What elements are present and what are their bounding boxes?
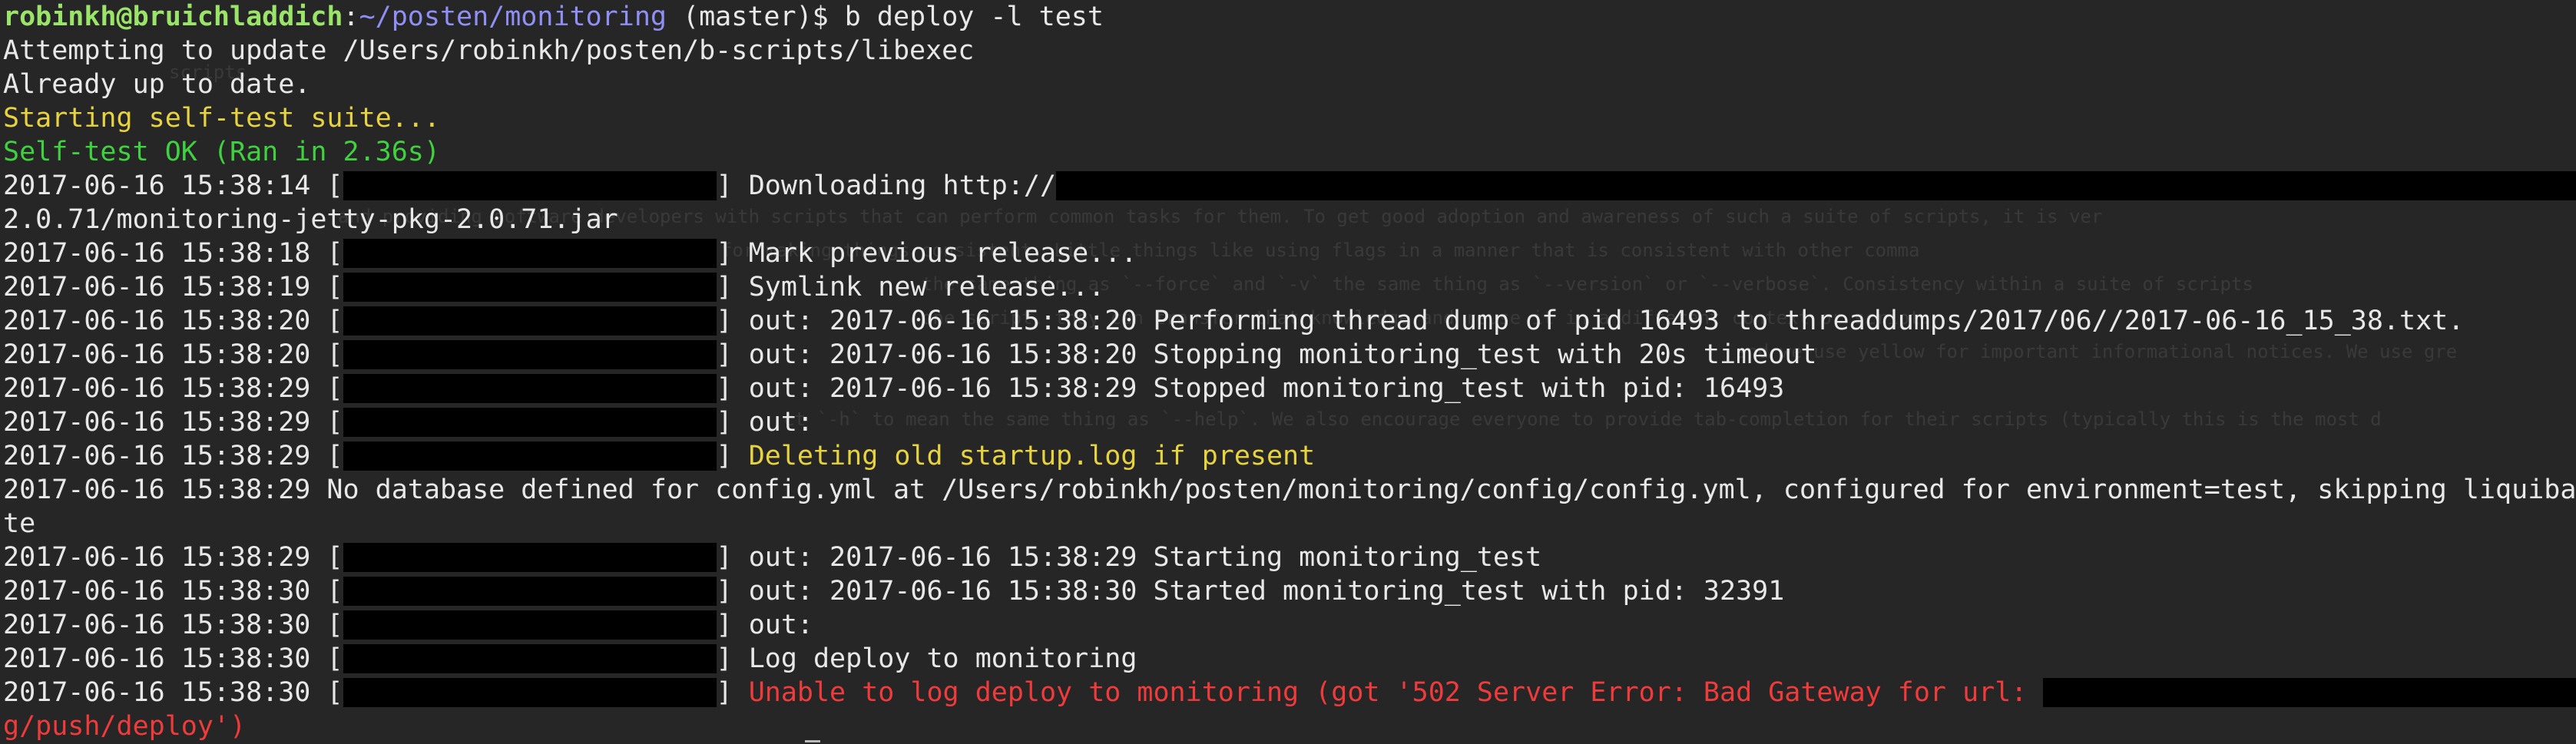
redacted-block xyxy=(343,441,717,471)
redacted-block xyxy=(343,408,717,437)
log-line: 2017-06-16 15:38:30 [] Unable to log dep… xyxy=(3,676,2576,709)
log-timestamp: 2017-06-16 15:38:29 xyxy=(3,441,311,471)
redacted-block xyxy=(343,171,717,200)
output-line-selftest-ok: Self-test OK (Ran in 2.36s) xyxy=(3,137,440,167)
log-message: Symlink new release... xyxy=(748,272,1105,303)
log-continuation: 2.0.71/monitoring-jetty-pkg-2.0.71.jar xyxy=(3,204,618,235)
redacted-block xyxy=(343,239,717,268)
redacted-block xyxy=(343,577,717,606)
log-continuation: g/push/deploy') xyxy=(3,711,247,742)
log-message: out: 2017-06-16 15:38:20 Performing thre… xyxy=(748,306,2465,336)
output-line-attempt: Attempting to update /Users/robinkh/post… xyxy=(3,35,975,66)
redacted-block xyxy=(343,306,717,336)
log-message: out: xyxy=(748,610,813,640)
log-line: 2017-06-16 15:38:30 [] out: xyxy=(3,610,813,640)
redacted-block xyxy=(1056,171,2576,200)
log-line: 2017-06-16 15:38:30 [] Log deploy to mon… xyxy=(3,643,1137,674)
log-line: 2017-06-16 15:38:20 [] out: 2017-06-16 1… xyxy=(3,339,1817,370)
log-timestamp: 2017-06-16 15:38:29 xyxy=(3,407,311,438)
log-timestamp: 2017-06-16 15:38:18 xyxy=(3,238,311,269)
prompt-user-host: robinkh@bruichladdich xyxy=(3,2,343,32)
log-timestamp: 2017-06-16 15:38:20 xyxy=(3,339,311,370)
log-line: 2017-06-16 15:38:29 [] Deleting old star… xyxy=(3,441,1316,471)
terminal-window[interactable]: scripts and providing software developer… xyxy=(0,0,2576,744)
redacted-block xyxy=(343,543,717,572)
redacted-block xyxy=(343,273,717,302)
log-line: 2017-06-16 15:38:14 [] Downloading http:… xyxy=(3,169,2576,203)
log-message: Mark previous release... xyxy=(748,238,1137,269)
log-line: 2017-06-16 15:38:18 [] Mark previous rel… xyxy=(3,238,1137,269)
log-line: 2017-06-16 15:38:29 [] out: 2017-06-16 1… xyxy=(3,542,1542,573)
output-line-selftest-start: Starting self-test suite... xyxy=(3,103,440,134)
prompt-path: ~/posten/monitoring xyxy=(359,2,667,32)
prompt-line: robinkh@bruichladdich:~/posten/monitorin… xyxy=(3,0,2576,34)
prompt-colon: : xyxy=(343,2,359,32)
log-timestamp: 2017-06-16 15:38:30 xyxy=(3,677,311,708)
log-message: Unable to log deploy to monitoring (got … xyxy=(748,677,2044,708)
output-line-uptodate: Already up to date. xyxy=(3,69,311,100)
terminal-output: robinkh@bruichladdich:~/posten/monitorin… xyxy=(3,0,2576,743)
log-timestamp: 2017-06-16 15:38:20 xyxy=(3,306,311,336)
log-line: 2017-06-16 15:38:20 [] out: 2017-06-16 1… xyxy=(3,306,2465,336)
log-line: 2017-06-16 15:38:19 [] Symlink new relea… xyxy=(3,272,1105,303)
log-message: Log deploy to monitoring xyxy=(748,643,1137,674)
log-message: Deleting old startup.log if present xyxy=(748,441,1316,471)
log-timestamp: 2017-06-16 15:38:29 xyxy=(3,373,311,404)
log-timestamp: 2017-06-16 15:38:14 xyxy=(3,170,311,201)
prompt-command: (master)$ b deploy -l test xyxy=(666,2,1104,32)
log-timestamp: 2017-06-16 15:38:30 xyxy=(3,576,311,607)
log-line: 2017-06-16 15:38:29 [] out: xyxy=(3,407,813,438)
log-message: out: 2017-06-16 15:38:30 Started monitor… xyxy=(748,576,1785,607)
redacted-block xyxy=(343,644,717,673)
text-cursor xyxy=(805,740,820,742)
redacted-block xyxy=(343,374,717,403)
log-timestamp: 2017-06-16 15:38:19 xyxy=(3,272,311,303)
log-message: out: xyxy=(748,407,813,438)
log-timestamp: 2017-06-16 15:38:29 xyxy=(3,542,311,573)
log-line: 2017-06-16 15:38:29 [] out: 2017-06-16 1… xyxy=(3,373,1785,404)
log-timestamp: 2017-06-16 15:38:30 xyxy=(3,610,311,640)
log-timestamp: 2017-06-16 15:38:30 xyxy=(3,643,311,674)
log-line-no-database: 2017-06-16 15:38:29 No database defined … xyxy=(3,475,2576,505)
log-continuation: te xyxy=(3,508,36,539)
log-message: out: 2017-06-16 15:38:29 Starting monito… xyxy=(748,542,1542,573)
redacted-block xyxy=(343,678,717,707)
redacted-block xyxy=(343,610,717,640)
log-message: out: 2017-06-16 15:38:20 Stopping monito… xyxy=(748,339,1817,370)
log-line: 2017-06-16 15:38:30 [] out: 2017-06-16 1… xyxy=(3,576,1785,607)
log-message: out: 2017-06-16 15:38:29 Stopped monitor… xyxy=(748,373,1785,404)
redacted-block xyxy=(343,340,717,369)
log-message: Downloading http:// xyxy=(748,170,1057,201)
redacted-block xyxy=(2043,678,2576,707)
